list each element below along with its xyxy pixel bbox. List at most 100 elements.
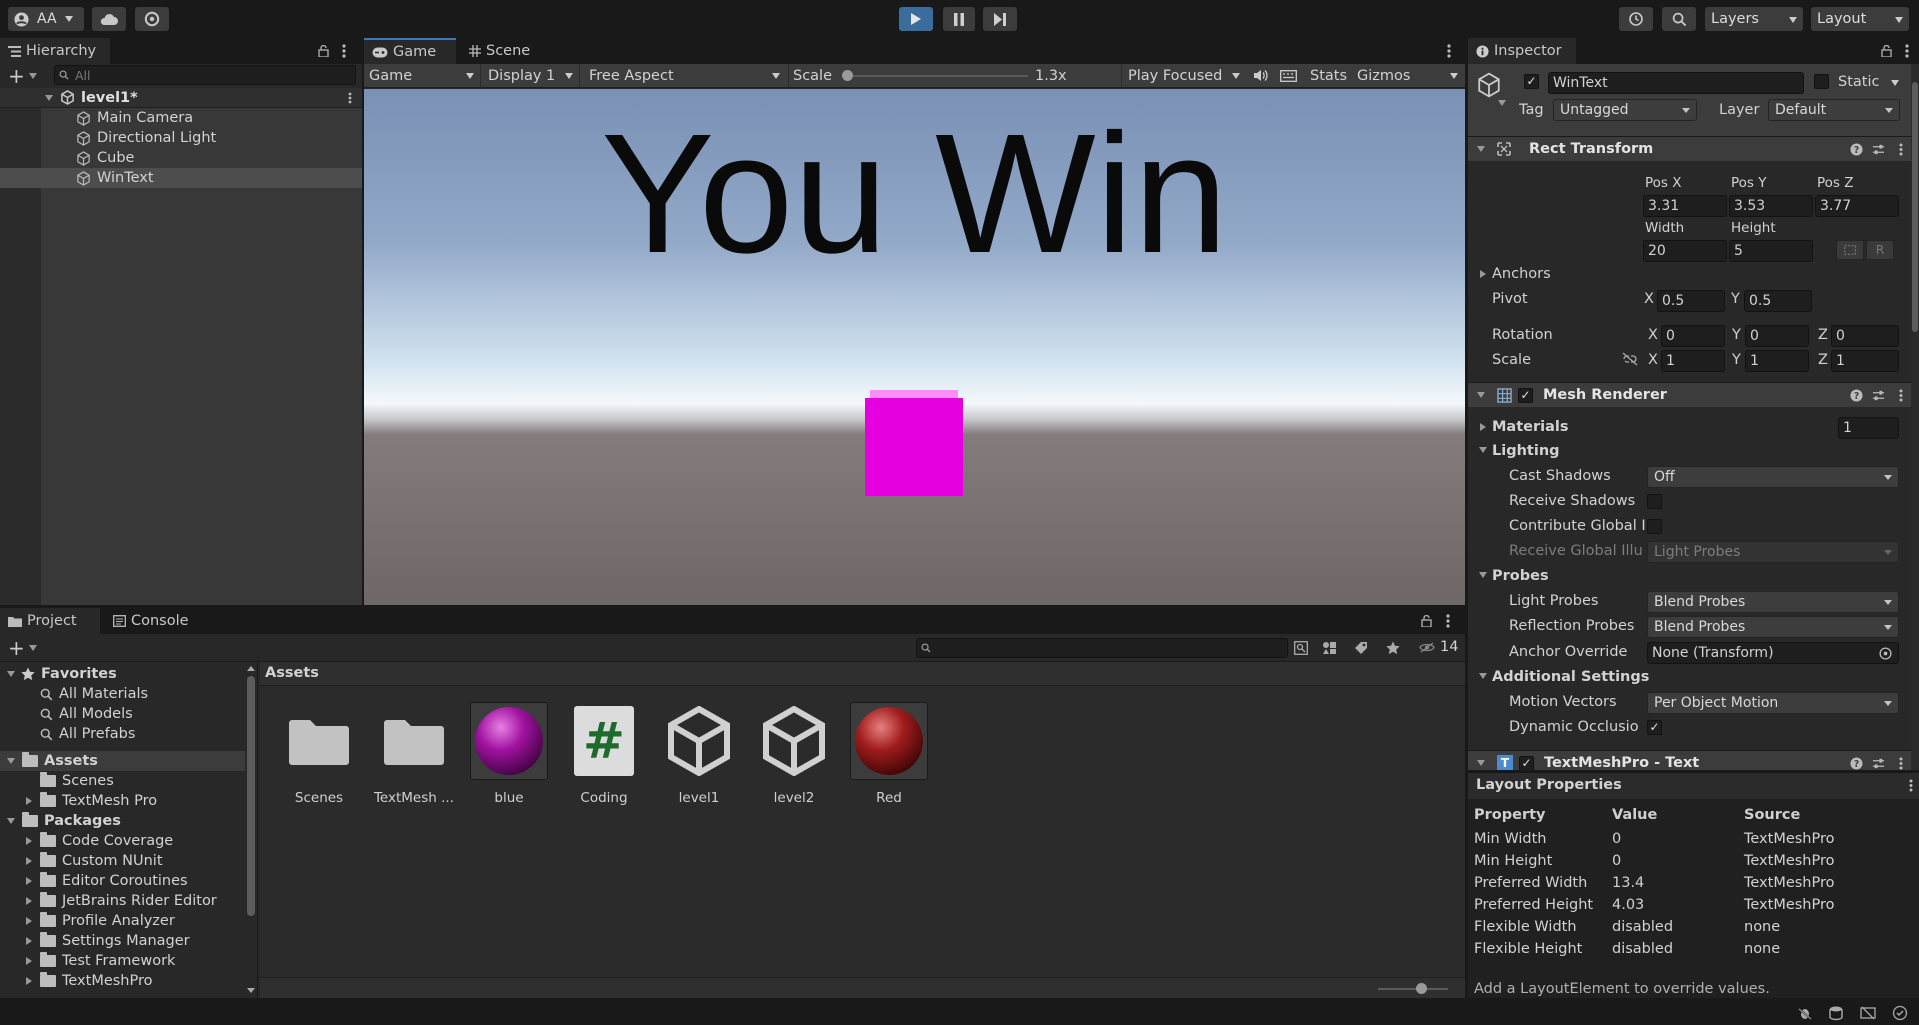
more-menu-icon[interactable] [1899, 389, 1903, 402]
scroll-down-icon[interactable] [247, 988, 255, 993]
object-name-field[interactable]: WinText [1548, 72, 1804, 94]
display-dropdown[interactable]: Display 1 [488, 64, 580, 88]
preset-sliders-icon[interactable] [1872, 757, 1885, 770]
undo-history-button[interactable] [1619, 7, 1653, 31]
play-focus-dropdown[interactable]: Play Focused [1121, 64, 1244, 88]
asset-item[interactable]: # Coding [561, 702, 647, 806]
tab-game[interactable]: Game [364, 38, 456, 64]
help-icon[interactable]: ? [1850, 142, 1863, 156]
filter-type-icon[interactable] [1322, 641, 1337, 655]
create-button[interactable]: + [8, 66, 42, 86]
keyboard-icon[interactable] [1280, 70, 1297, 82]
package-item[interactable]: Custom NUnit [0, 851, 163, 871]
scroll-up-icon[interactable] [247, 666, 255, 671]
star-icon[interactable] [1386, 641, 1400, 655]
layout-dropdown[interactable]: Layout [1811, 7, 1909, 31]
scene-row[interactable]: level1* [0, 88, 362, 108]
breadcrumb[interactable]: Assets [265, 665, 319, 681]
hierarchy-search-input[interactable]: All [54, 65, 356, 85]
eye-hidden-icon[interactable] [1419, 642, 1435, 653]
search-button[interactable] [1662, 7, 1696, 31]
rotation-x-field[interactable]: 0 [1661, 325, 1725, 347]
materials-label[interactable]: Materials [1492, 419, 1569, 435]
lighting-label[interactable]: Lighting [1492, 443, 1560, 459]
folder-tree-scrollbar[interactable] [245, 662, 257, 998]
step-button[interactable] [983, 7, 1017, 31]
raw-edit-button[interactable]: R [1866, 240, 1894, 260]
rotation-y-field[interactable]: 0 [1745, 325, 1809, 347]
width-field[interactable]: 20 [1643, 240, 1727, 262]
pos-y-field[interactable]: 3.53 [1729, 195, 1813, 217]
create-asset-button[interactable]: + [8, 638, 42, 658]
packages-root-row[interactable]: Packages [0, 811, 121, 831]
package-item[interactable]: JetBrains Rider Editor [0, 891, 217, 911]
stats-button[interactable]: Stats [1310, 68, 1347, 84]
more-menu-icon[interactable] [1899, 757, 1903, 770]
blueprint-mode-button[interactable] [1836, 240, 1864, 260]
more-menu-icon[interactable] [1446, 614, 1450, 628]
tab-console[interactable]: Console [105, 608, 205, 634]
additional-settings-collapse-icon[interactable] [1479, 673, 1487, 679]
audio-icon[interactable] [1253, 69, 1268, 82]
game-viewport[interactable]: You Win [364, 89, 1465, 605]
icon-size-slider-handle[interactable] [1416, 983, 1427, 994]
asset-item[interactable]: level1 [656, 702, 742, 806]
tag-dropdown[interactable]: Untagged [1553, 99, 1697, 121]
receive-shadows-checkbox[interactable] [1647, 494, 1662, 509]
probes-collapse-icon[interactable] [1479, 572, 1487, 578]
dynamic-occlusion-checkbox[interactable]: ✓ [1647, 720, 1662, 735]
rect-transform-header[interactable]: Rect Transform ? [1468, 136, 1911, 161]
favorite-item[interactable]: All Materials [0, 684, 148, 704]
asset-item[interactable]: blue [466, 702, 552, 806]
pos-z-field[interactable]: 3.77 [1815, 195, 1899, 217]
static-dropdown-icon[interactable] [1891, 80, 1899, 86]
pivot-y-field[interactable]: 0.5 [1744, 290, 1812, 312]
aspect-dropdown[interactable]: Free Aspect [589, 64, 789, 88]
pivot-x-field[interactable]: 0.5 [1657, 290, 1725, 312]
help-icon[interactable]: ? [1850, 388, 1863, 402]
mesh-renderer-enabled-checkbox[interactable]: ✓ [1518, 387, 1533, 403]
more-menu-icon[interactable] [348, 92, 352, 104]
favorite-item[interactable]: All Models [0, 704, 133, 724]
preset-sliders-icon[interactable] [1872, 143, 1885, 156]
asset-folder-item[interactable]: TextMesh Pro [0, 791, 157, 811]
package-item[interactable]: Editor Coroutines [0, 871, 188, 891]
preset-sliders-icon[interactable] [1872, 389, 1885, 402]
cloud-button[interactable] [92, 7, 126, 31]
tab-inspector[interactable]: Inspector [1468, 38, 1576, 64]
assets-root-row[interactable]: Assets [0, 751, 245, 771]
folder-tree-scrollbar-thumb[interactable] [247, 676, 255, 916]
lock-icon[interactable] [318, 45, 329, 57]
package-item[interactable]: Settings Manager [0, 931, 190, 951]
asset-folder-item[interactable]: Scenes [0, 771, 114, 791]
asset-item[interactable]: level2 [751, 702, 837, 806]
rotation-z-field[interactable]: 0 [1831, 325, 1899, 347]
materials-count-field[interactable]: 1 [1838, 417, 1899, 439]
help-icon[interactable]: ? [1850, 756, 1863, 770]
check-circle-icon[interactable] [1892, 1005, 1908, 1021]
scale-slider-handle[interactable] [842, 70, 853, 81]
asset-item[interactable]: TextMesh ... [371, 702, 457, 806]
anchor-override-field[interactable]: None (Transform) [1647, 642, 1899, 664]
tab-hierarchy[interactable]: Hierarchy [0, 38, 110, 64]
cache-server-icon[interactable] [1828, 1005, 1844, 1021]
play-button[interactable] [899, 7, 933, 31]
scale-z-field[interactable]: 1 [1831, 350, 1899, 372]
unlinked-scale-icon[interactable] [1622, 352, 1638, 366]
probes-label[interactable]: Probes [1492, 568, 1549, 584]
lock-icon[interactable] [1421, 615, 1432, 627]
project-search-input[interactable] [916, 638, 1288, 658]
lock-icon[interactable] [1881, 45, 1892, 57]
favorites-row[interactable]: Favorites [0, 664, 117, 684]
light-probes-dropdown[interactable]: Blend Probes [1647, 591, 1899, 613]
pos-x-field[interactable]: 3.31 [1643, 195, 1727, 217]
active-checkbox[interactable]: ✓ [1524, 74, 1539, 89]
asset-item[interactable]: Scenes [276, 702, 362, 806]
more-menu-icon[interactable] [1909, 779, 1913, 792]
height-field[interactable]: 5 [1729, 240, 1813, 262]
inspector-scrollbar[interactable] [1911, 64, 1919, 770]
package-item[interactable]: Code Coverage [0, 831, 173, 851]
auto-generate-lighting-icon[interactable] [1860, 1005, 1876, 1021]
anchors-label[interactable]: Anchors [1492, 266, 1551, 282]
label-tag-icon[interactable] [1354, 641, 1368, 655]
